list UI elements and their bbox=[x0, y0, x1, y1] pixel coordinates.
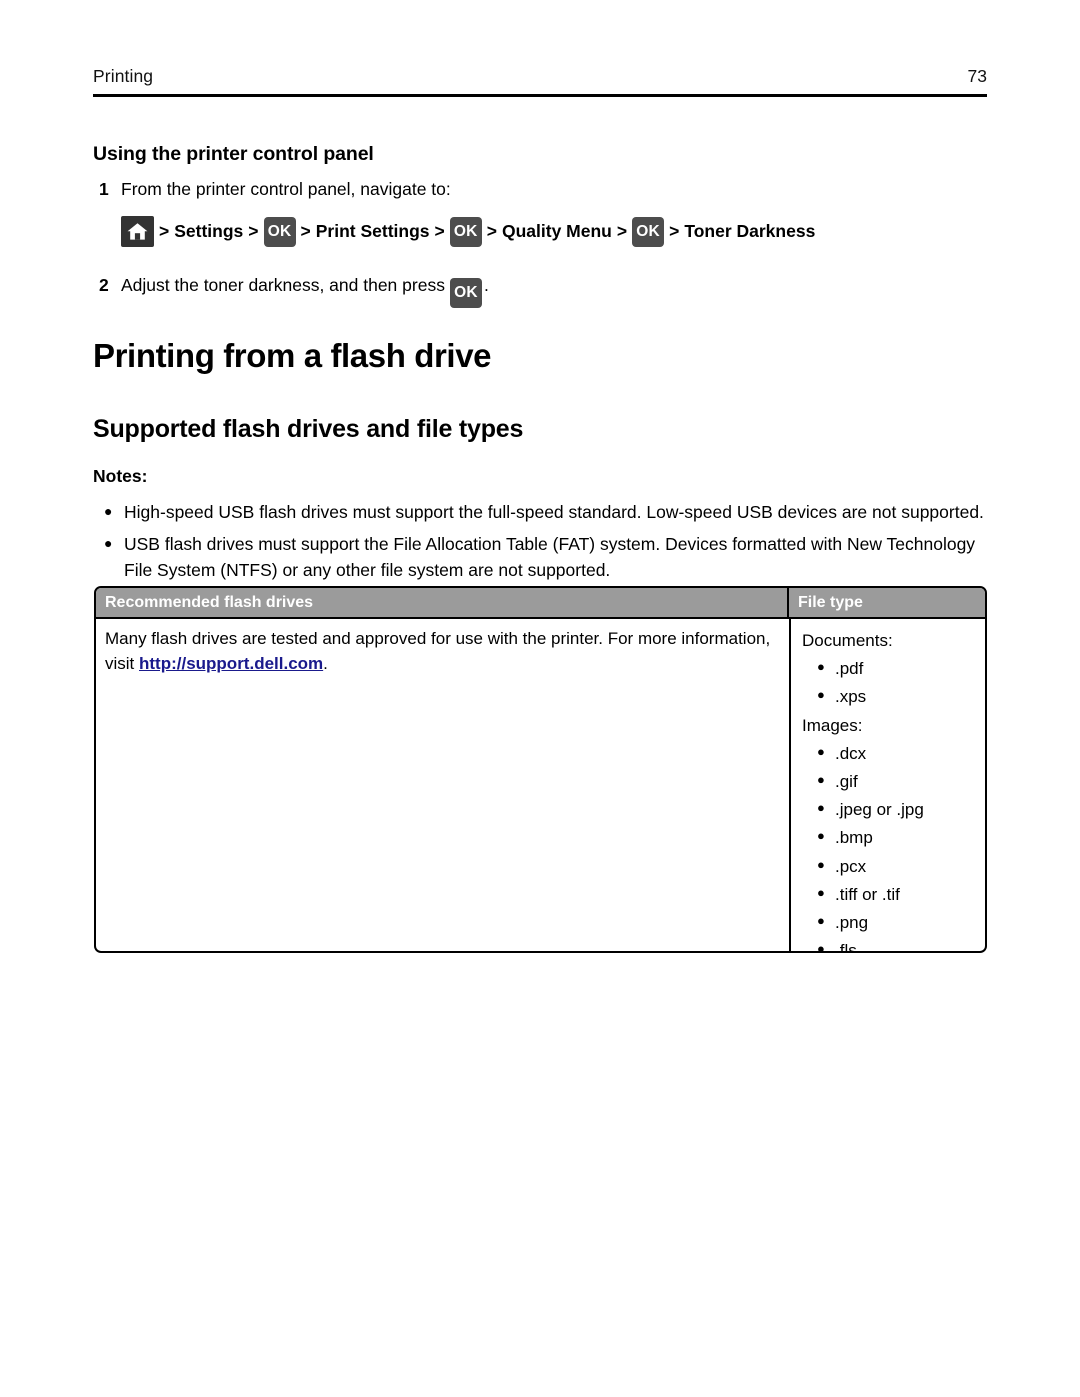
path-crumb-quality-menu[interactable]: Quality Menu bbox=[502, 221, 612, 242]
note-text: USB flash drives must support the File A… bbox=[124, 534, 976, 580]
heading-supported-flash-drives: Supported flash drives and file types bbox=[93, 415, 524, 443]
list-item: ● .pdf bbox=[817, 655, 985, 682]
path-separator: > bbox=[669, 221, 680, 241]
notes-label: Notes: bbox=[93, 466, 148, 486]
file-type-label: .pdf bbox=[835, 659, 864, 679]
bullet-icon: ● bbox=[817, 941, 825, 953]
list-item: ● .tiff or .tif bbox=[817, 881, 985, 908]
home-icon[interactable] bbox=[121, 216, 154, 247]
list-item: ● USB flash drives must support the File… bbox=[104, 532, 992, 583]
table-row: Many flash drives are tested and approve… bbox=[96, 619, 985, 953]
file-type-group-label-images: Images: bbox=[802, 715, 863, 735]
list-item: ● .xps bbox=[817, 683, 985, 710]
notes-list: ● High-speed USB flash drives must suppo… bbox=[104, 500, 992, 590]
file-type-label: .tiff or .tif bbox=[835, 884, 900, 904]
step-text: Adjust the toner darkness, and then pres… bbox=[121, 275, 445, 296]
file-type-label: .pcx bbox=[835, 856, 867, 876]
file-type-label: .gif bbox=[835, 771, 858, 791]
bullet-icon: ● bbox=[817, 912, 825, 928]
bullet-icon: ● bbox=[817, 743, 825, 759]
table-header-row: Recommended flash drives File type bbox=[96, 588, 985, 619]
bullet-icon: ● bbox=[817, 800, 825, 816]
ok-button-icon[interactable]: OK bbox=[449, 216, 482, 247]
note-text: High-speed USB flash drives must support… bbox=[124, 502, 984, 522]
step-text-trailing: . bbox=[483, 275, 489, 296]
path-separator: > bbox=[159, 221, 170, 241]
table-column-header-recommended-flash-drives: Recommended flash drives bbox=[105, 593, 314, 611]
bullet-icon: ● bbox=[817, 828, 825, 844]
file-type-label: .png bbox=[835, 912, 869, 932]
document-page: Printing 73 Using the printer control pa… bbox=[0, 0, 1080, 1397]
list-item: ● .pcx bbox=[817, 853, 985, 880]
table-column-header-file-type: File type bbox=[787, 588, 985, 617]
heading-using-the-printer-control-panel: Using the printer control panel bbox=[93, 143, 374, 165]
list-item: ● .jpeg or .jpg bbox=[817, 796, 985, 823]
path-separator: > bbox=[616, 221, 628, 241]
supported-flash-drives-table: Recommended flash drives File type Many … bbox=[94, 586, 987, 953]
list-item: ● .gif bbox=[817, 768, 985, 795]
bullet-icon: ● bbox=[817, 884, 825, 900]
file-type-label: .dcx bbox=[835, 743, 867, 763]
page-title: Printing from a flash drive bbox=[93, 337, 492, 374]
bullet-icon: ● bbox=[817, 659, 825, 675]
path-crumb-toner-darkness[interactable]: Toner Darkness bbox=[684, 221, 815, 242]
file-type-label: .xps bbox=[835, 687, 867, 707]
table-cell-description: Many flash drives are tested and approve… bbox=[96, 619, 789, 951]
path-separator: > bbox=[248, 221, 259, 241]
ok-button-icon[interactable]: OK bbox=[449, 278, 482, 308]
header-chapter-title: Printing bbox=[93, 66, 154, 86]
step-text: From the printer control panel, navigate… bbox=[121, 179, 451, 199]
list-item: ● High-speed USB flash drives must suppo… bbox=[104, 500, 992, 525]
ok-button-icon[interactable]: OK bbox=[632, 216, 665, 247]
file-type-label: .fls bbox=[835, 941, 857, 953]
bullet-icon: ● bbox=[817, 687, 825, 703]
bullet-icon: ● bbox=[817, 771, 825, 787]
list-item: ● .fls bbox=[817, 937, 985, 953]
bullet-icon: ● bbox=[104, 503, 113, 519]
list-item: ● .bmp bbox=[817, 824, 985, 851]
support-site-link[interactable]: http://support.dell.com bbox=[139, 654, 323, 673]
cell-description-trailing: . bbox=[323, 653, 328, 673]
running-header: Printing 73 bbox=[93, 66, 987, 87]
header-page-number: 73 bbox=[967, 66, 987, 86]
path-separator: > bbox=[486, 221, 497, 241]
header-divider bbox=[93, 94, 987, 97]
bullet-icon: ● bbox=[817, 856, 825, 872]
bullet-icon: ● bbox=[104, 535, 113, 552]
list-item: ● .png bbox=[817, 909, 985, 936]
step-number: 2 bbox=[99, 275, 109, 296]
step-item-1: 1 From the printer control panel, naviga… bbox=[99, 179, 451, 200]
file-type-label: .bmp bbox=[835, 828, 873, 848]
navigation-path: > Settings > OK > Print Settings > OK > … bbox=[121, 216, 815, 247]
path-separator: > bbox=[300, 221, 311, 241]
path-separator: > bbox=[434, 221, 445, 241]
list-item: ● .dcx bbox=[817, 740, 985, 767]
step-number: 1 bbox=[99, 179, 109, 199]
path-crumb-print-settings[interactable]: Print Settings bbox=[316, 221, 430, 242]
step-item-2: 2 Adjust the toner darkness, and then pr… bbox=[99, 272, 489, 308]
ok-button-icon[interactable]: OK bbox=[263, 216, 296, 247]
table-cell-file-types: Documents: ● .pdf ● .xps Images: ● .dcx … bbox=[789, 619, 985, 953]
file-type-group-label-documents: Documents: bbox=[802, 631, 893, 650]
path-crumb-settings[interactable]: Settings bbox=[174, 221, 243, 242]
file-type-label: .jpeg or .jpg bbox=[835, 800, 924, 820]
